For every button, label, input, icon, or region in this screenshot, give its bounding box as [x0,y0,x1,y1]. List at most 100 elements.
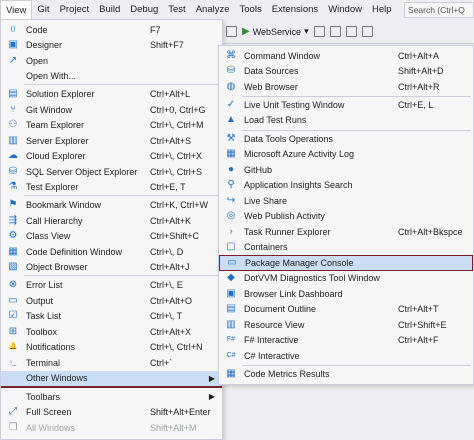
menu-item-command-window[interactable]: ⌘ Command Window Ctrl+Alt+A [219,48,473,64]
menu-item-open[interactable]: ↗ Open [1,53,222,69]
menu-item-class-view[interactable]: ⚙ Class View Ctrl+Shift+C [1,229,222,245]
data-tools-icon: ⚒ [226,132,236,144]
menu-build[interactable]: Build [94,0,125,20]
menu-item-task-list[interactable]: ☑ Task List Ctrl+\, T [1,309,222,325]
menu-item-load-test-runs[interactable]: ▲ Load Test Runs [219,113,473,129]
menu-separator [242,129,471,131]
menu-item-shortcut: Ctrl+0, Ctrl+G [150,104,206,115]
menu-item-shortcut: Shift+F7 [150,40,184,51]
menu-item-label: All Windows [26,422,76,433]
submenu-arrow-icon: ▶ [208,373,215,383]
menu-item-live-unit-testing-window[interactable]: ✓ Live Unit Testing Window Ctrl+E, L [219,97,473,113]
submenu-arrow-icon: ▶ [208,392,215,402]
open-icon: ↗ [8,54,18,66]
menu-item-code[interactable]: ⟨⟩ Code F7 [1,22,222,38]
dotvvm-icon: ◆ [227,272,235,284]
menu-item-git-window[interactable]: ⑂ Git Window Ctrl+0, Ctrl+G [1,102,222,118]
menu-item-team-explorer[interactable]: ⚇ Team Explorer Ctrl+\, Ctrl+M [1,118,222,134]
menu-item-shortcut: Ctrl+\, Ctrl+M [150,120,204,131]
menu-item-f#-interactive[interactable]: F# F# Interactive Ctrl+Alt+F [219,333,473,349]
task-list-icon: ☑ [8,310,18,322]
menu-item-c#-interactive[interactable]: C# C# Interactive [219,348,473,364]
search-input[interactable]: Search (Ctrl+Q [404,2,474,18]
menu-item-shortcut: Ctrl+Alt+Bkspce [398,226,463,237]
menu-item-notifications[interactable]: 🔔 Notifications Ctrl+\, Ctrl+N [1,340,222,356]
menu-item-sql-server-object-explorer[interactable]: ⛁ SQL Server Object Explorer Ctrl+\, Ctrl+… [1,164,222,180]
toolbox-icon: ⊞ [8,325,18,337]
menu-item-solution-explorer[interactable]: ▤ Solution Explorer Ctrl+Alt+L [1,87,222,103]
menu-item-application-insights-search[interactable]: ⚲ Application Insights Search [219,178,473,194]
menu-extensions[interactable]: Extensions [267,0,323,20]
menu-item-output[interactable]: ▭ Output Ctrl+Alt+O [1,293,222,309]
menu-window[interactable]: Window [323,0,367,20]
menu-item-label: Class View [26,231,71,242]
menu-item-live-share[interactable]: ↪ Live Share [219,193,473,209]
menu-item-label: Code Definition Window [26,246,123,257]
menu-item-browser-link-dashboard[interactable]: ▣ Browser Link Dashboard [219,286,473,302]
menu-item-shortcut: Ctrl+\, E [150,280,183,291]
menu-item-test-explorer[interactable]: ⚗ Test Explorer Ctrl+E, T [1,180,222,196]
menu-item-web-publish-activity[interactable]: ◎ Web Publish Activity [219,209,473,225]
menu-item-label: Application Insights Search [244,180,353,191]
menu-item-shortcut: Ctrl+Alt+L [150,89,191,100]
code-icon: ⟨⟩ [10,25,16,33]
browser-link-icon: ▣ [226,287,236,299]
menu-item-label: Browser Link Dashboard [244,288,343,299]
toolbar-icon-2[interactable] [329,26,341,37]
menu-item-open-with[interactable]: Open With... [1,69,222,85]
menu-item-all-windows[interactable]: ❐ All Windows Shift+Alt+M [1,420,222,436]
menu-item-terminal[interactable]: ›_ Terminal Ctrl+` [1,355,222,371]
menu-item-call-hierarchy[interactable]: ⇶ Call Hierarchy Ctrl+Alt+K [1,213,222,229]
toolbar-dropdown-icon[interactable] [226,26,237,37]
menu-item-label: Live Share [244,195,288,206]
menu-item-shortcut: Ctrl+Alt+K [150,215,192,226]
menu-tools[interactable]: Tools [235,0,267,20]
menu-item-document-outline[interactable]: ▤ Document Outline Ctrl+Alt+T [219,302,473,318]
github-icon: ● [227,163,235,175]
menu-item-code-metrics-results[interactable]: ▦ Code Metrics Results [219,366,473,382]
error-list-icon: ⊗ [8,279,18,291]
menu-analyze[interactable]: Analyze [191,0,235,20]
menu-item-label: Other Windows [26,373,88,384]
menu-item-designer[interactable]: ▣ Designer Shift+F7 [1,38,222,54]
menu-item-data-sources[interactable]: ⛁ Data Sources Shift+Alt+D [219,64,473,80]
menu-help[interactable]: Help [367,0,397,20]
menu-item-cloud-explorer[interactable]: ☁ Cloud Explorer Ctrl+\, Ctrl+X [1,149,222,165]
menu-item-shortcut: Shift+Alt+D [398,66,444,77]
toolbar-icon-1[interactable] [313,26,325,37]
server-explorer-icon: ▥ [8,134,18,146]
menu-item-shortcut: Shift+Alt+M [150,422,197,433]
menu-item-github[interactable]: ● GitHub [219,162,473,178]
menu-project[interactable]: Project [55,0,95,20]
menu-item-code-definition-window[interactable]: ▦ Code Definition Window Ctrl+\, D [1,244,222,260]
menu-item-server-explorer[interactable]: ▥ Server Explorer Ctrl+Alt+S [1,133,222,149]
menu-item-containers[interactable]: ▢ Containers [219,240,473,256]
menu-debug[interactable]: Debug [125,0,163,20]
menu-item-full-screen[interactable]: ⤢ Full Screen Shift+Alt+Enter [1,405,222,421]
menu-item-task-runner-explorer[interactable]: › Task Runner Explorer Ctrl+Alt+Bkspce [219,224,473,240]
menu-item-label: Designer [26,40,63,51]
csharp-icon: C# [226,351,236,359]
menu-item-other-windows[interactable]: Other Windows ▶ [1,370,222,386]
chevron-down-icon[interactable]: ▾ [304,26,309,37]
menu-item-dotvvm-diagnostics-tool-window[interactable]: ◆ DotVVM Diagnostics Tool Window [219,271,473,287]
menu-item-web-browser[interactable]: ◍ Web Browser Ctrl+Alt+R [219,79,473,95]
menu-item-toolbox[interactable]: ⊞ Toolbox Ctrl+Alt+X [1,324,222,340]
azure-log-icon: ▦ [226,148,236,160]
start-webservice-button[interactable]: ▶ WebService ▾ [242,26,309,37]
menu-item-label: Web Publish Activity [244,211,325,222]
menu-item-package-manager-console[interactable]: ▭ Package Manager Console [219,255,473,271]
menu-item-toolbars[interactable]: Toolbars ▶ [1,389,222,405]
menu-test[interactable]: Test [163,0,190,20]
menu-item-data-tools-operations[interactable]: ⚒ Data Tools Operations [219,131,473,147]
menu-git[interactable]: Git [32,0,54,20]
app-insights-icon: ⚲ [227,179,235,191]
menu-item-resource-view[interactable]: ▥ Resource View Ctrl+Shift+E [219,317,473,333]
menu-item-error-list[interactable]: ⊗ Error List Ctrl+\, E [1,278,222,294]
menu-item-microsoft-azure-activity-log[interactable]: ▦ Microsoft Azure Activity Log [219,147,473,163]
menu-item-bookmark-window[interactable]: ⚑ Bookmark Window Ctrl+K, Ctrl+W [1,198,222,214]
menu-view[interactable]: View [0,0,33,20]
toolbar-icon-4[interactable] [361,26,373,37]
menu-item-object-browser[interactable]: ▧ Object Browser Ctrl+Alt+J [1,260,222,276]
toolbar-icon-3[interactable] [345,26,357,37]
